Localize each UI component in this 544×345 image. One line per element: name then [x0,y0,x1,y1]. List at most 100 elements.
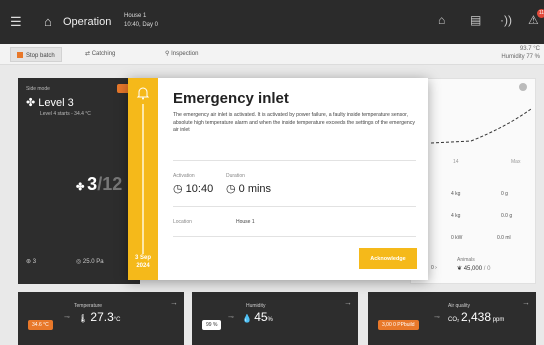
level-sub: Level 4 starts - 34.4 °C [40,111,91,117]
row-label: 0 kW [451,235,463,241]
arrow-right-icon: → [522,298,530,307]
animals-label: Animals [457,257,475,263]
setpoint-chip: 3,00 0 PPbuild [378,313,419,331]
arrow-indicator: 0 › [431,265,437,271]
outside-climate: 93.7 °C Humidity 77 % [501,45,540,61]
fan-icon-large: ✤ [76,182,88,193]
arrow-right-icon: → [344,298,352,307]
dialog-description: The emergency air inlet is activated. It… [173,112,415,133]
air-quality-unit: ppm [492,317,505,323]
air-quality-card[interactable]: Air quality → 3,00 0 PPbuild ⊸ CO₂ 2,438… [368,292,536,345]
chip-text: 3,00 0 PPbuild [378,320,419,330]
house-icon: ⌂ [44,14,52,29]
dialog-title: Emergency inlet [173,90,289,107]
timer-icon: ◷ [226,183,239,195]
level-text: Level 3 [38,97,74,109]
row-value: 0.0 ml [497,235,511,241]
temperature-card[interactable]: Temperature → 34.6 °C ⊸ 🌡 27.3°C [18,292,184,345]
inlet-icon: ⊛ [26,259,33,265]
growth-curve [430,108,532,144]
catching-button[interactable]: ⇄ Catching [85,50,115,57]
pressure-icon: ◎ [76,259,83,265]
row-label: 4 kg [451,213,461,219]
animals-total: 0 [487,266,491,272]
house-info[interactable]: House 1 10:40, Day 0 [124,12,158,30]
house-time: 10:40, Day 0 [124,22,159,28]
page-title: Operation [63,16,112,28]
animals-value: ❦ 45,000 / 0 [457,266,491,272]
inspection-button[interactable]: ⚲ Inspection [165,50,198,57]
ventilation-level-card[interactable]: Side mode ✤ Level 3 Level 4 starts - 34.… [18,78,140,284]
stop-batch-label: Stop batch [26,53,55,59]
card-value: CO₂ 2,438 ppm [448,310,504,324]
house-name: House 1 [124,13,147,19]
alarm-timeline-strip: 3 Sep 2024 [128,78,158,280]
activation-label: Activation [173,173,195,179]
mode-label: Side mode [26,86,50,92]
droplet-icon: 💧 [242,314,255,323]
stop-icon [17,52,23,58]
thermometer-icon: 🌡 [78,314,91,323]
alarm-date: 3 Sep 2024 [128,254,158,270]
production-row: 4 kg 0 g [451,191,508,197]
alarm-badge: 11 [537,9,544,18]
humidity-unit: % [267,317,273,323]
catching-icon: ⇄ [85,51,92,57]
temperature-value: 27.3 [90,310,114,324]
location-value: House 1 [236,219,255,225]
report-icon[interactable]: ▤ [470,13,481,27]
slider-icon: ⊸ [228,314,234,321]
alarm-date-day: 3 Sep [134,255,151,261]
top-bar: ☰ ⌂ Operation House 1 10:40, Day 0 ⌂ ▤ ·… [0,0,544,44]
duration-value: ◷ 0 mins [226,182,271,195]
card-title: Temperature [74,303,103,309]
menu-icon[interactable]: ☰ [10,14,22,30]
level-current: 3 [87,174,98,194]
acknowledge-button[interactable]: Acknowledge [359,248,417,269]
timeline-line [142,104,144,254]
location-label: Location [173,219,192,225]
slider-icon: ⊸ [434,314,440,321]
humidity-card[interactable]: Humidity → 99 % ⊸ 💧 45% [192,292,358,345]
pressure: ◎ 25.0 Pa [76,258,104,265]
stop-batch-button[interactable]: Stop batch [10,47,62,62]
divider [173,160,416,161]
outside-humidity: Humidity 77 % [501,54,540,60]
card-title: Humidity [246,303,266,309]
row-value: 0.0 g [501,213,513,219]
pressure-value: 25.0 Pa [82,259,104,265]
level-counter: ✤ 3/12 [76,174,122,195]
catching-label: Catching [91,51,116,57]
animals-count: 45,000 [463,266,483,272]
level-total: /12 [97,174,123,194]
card-value: 🌡 27.3°C [78,310,120,324]
chip-text: 34.6 °C [28,320,53,330]
info-icon[interactable] [519,83,527,91]
temperature-unit: °C [113,317,121,323]
home-icon[interactable]: ⌂ [438,13,445,27]
production-card[interactable]: 0 14 Max 4 kg 0 g 4 kg 0.0 g 0 kW 0.0 ml… [410,78,536,284]
level-value: ✤ Level 3 [26,96,74,109]
action-bar: Stop batch ⇄ Catching ⚲ Inspection [0,44,544,65]
setpoint-chip: 34.6 °C [28,313,53,331]
humidity-value: 45 [254,310,268,324]
row-value: 0 g [501,191,508,197]
bell-icon [136,87,150,100]
co2-icon: CO₂ [448,317,461,323]
axis-end: Max [511,159,521,165]
duration-label: Duration [226,173,245,179]
production-row: 4 kg 0.0 g [451,213,512,219]
card-value: 💧 45% [242,310,273,324]
divider [173,206,416,207]
outside-temp: 93.7 °C [519,46,540,52]
activation-value: ◷ 10:40 [173,182,213,195]
slider-icon: ⊸ [64,314,70,321]
air-quality-value: 2,438 [461,310,492,324]
activation-time: 10:40 [185,183,214,195]
alarm-date-year: 2024 [136,263,150,269]
fan-icon: ✤ [26,97,39,109]
clock-icon: ◷ [173,183,186,195]
signal-icon[interactable]: ·)) [500,13,512,27]
animal-icon: ❦ [457,266,464,272]
inlet-count: ⊛ 3 [26,258,36,265]
